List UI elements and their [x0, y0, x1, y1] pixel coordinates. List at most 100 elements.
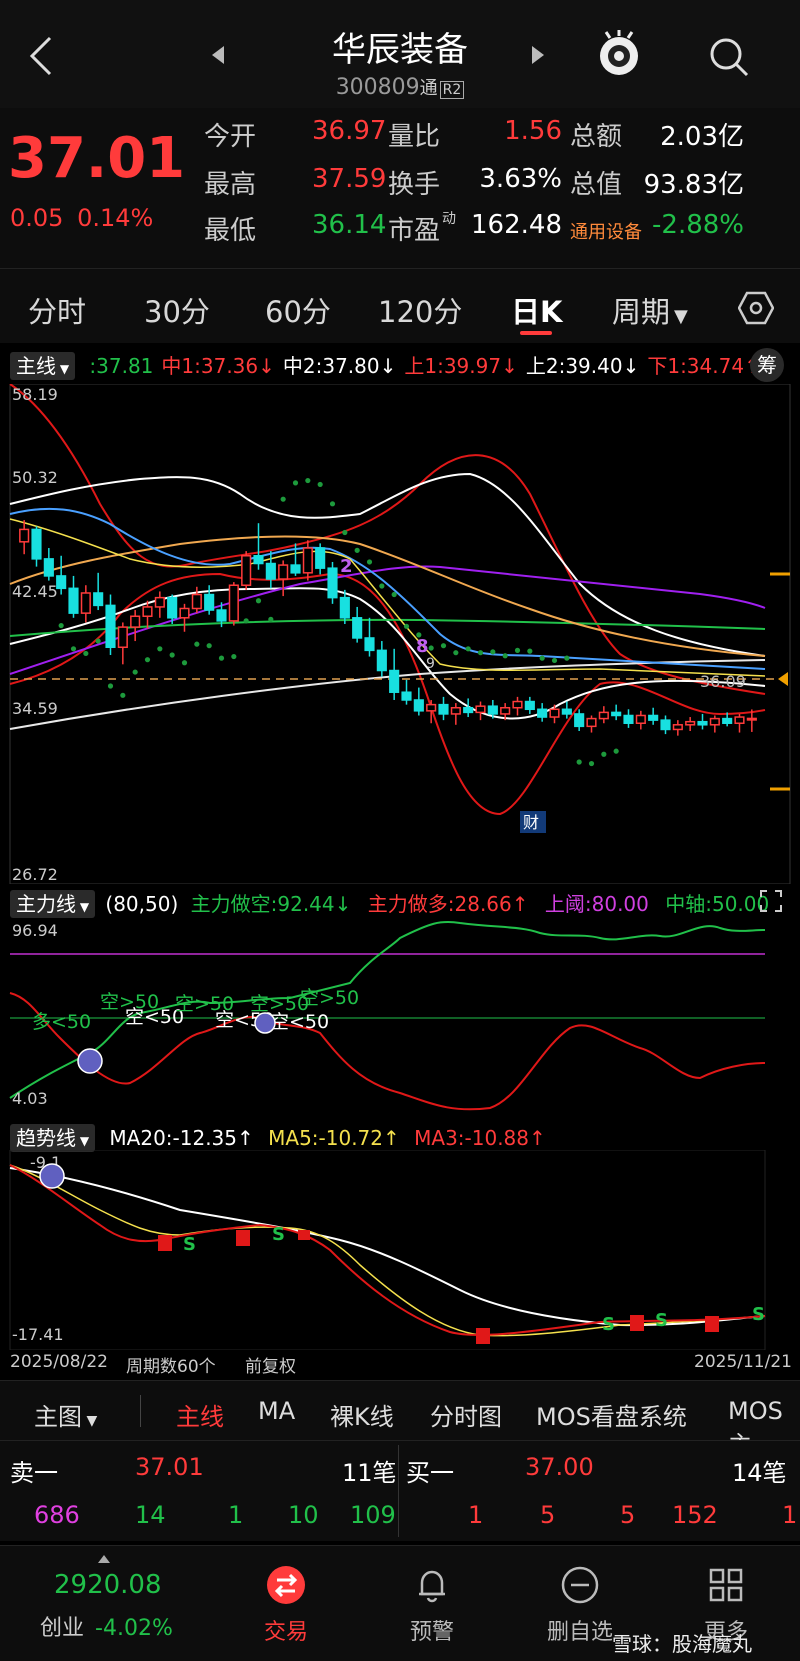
candle-body — [586, 717, 597, 728]
ind3-button-label: 趋势线 — [16, 1126, 76, 1150]
tag-margin: R2 — [439, 81, 465, 99]
candle-body — [302, 547, 313, 574]
quote-label-1-3: 总值 — [570, 170, 623, 200]
expand-icon[interactable] — [758, 888, 784, 914]
sar-dot — [613, 748, 619, 754]
candle-body — [697, 720, 708, 726]
ind2-params: (80,50) — [105, 892, 179, 916]
caret-down-icon: ▼ — [82, 1413, 98, 1429]
quote-label-1-2: 换手 — [388, 170, 441, 200]
snowball-mascot-icon[interactable] — [596, 30, 642, 78]
sar-dot — [107, 683, 114, 689]
triangle-up-icon — [98, 1555, 110, 1563]
price-change: 0.05 0.14% — [10, 204, 153, 232]
book-divider — [398, 1445, 399, 1537]
main-chart-dropdown[interactable]: 主图 ▼ — [34, 1397, 97, 1432]
sar-dot — [280, 496, 286, 502]
candle-body — [327, 567, 338, 599]
chip-button[interactable]: 筹 — [750, 348, 784, 382]
tab-30min[interactable]: 30分 — [144, 289, 210, 331]
buy-order-5: 1 — [782, 1501, 798, 1529]
ind2-button[interactable]: 主力线 ▼ — [10, 890, 96, 918]
candle-body — [241, 555, 252, 586]
svg-text:S: S — [655, 1310, 668, 1331]
candle-body — [623, 714, 634, 724]
period-count: 周期数60个 — [126, 1357, 216, 1377]
y-label-2: 50.32 — [12, 468, 58, 487]
nav-trade[interactable]: 交易 — [236, 1564, 336, 1646]
candle-body — [364, 637, 375, 652]
buy-label: 买一 — [406, 1459, 454, 1487]
tab-ma[interactable]: MA — [258, 1397, 295, 1425]
tab-fenshi[interactable]: 分时 — [28, 289, 86, 331]
tab-daily-k[interactable]: 日K — [511, 289, 562, 331]
sar-dot — [354, 547, 360, 553]
last-price: 37.01 — [8, 126, 186, 191]
candle-body — [142, 606, 153, 617]
tab-fenshitu[interactable]: 分时图 — [430, 1397, 502, 1432]
candle-body — [438, 703, 449, 715]
sar-dot — [120, 692, 126, 698]
sar-dot — [95, 638, 101, 644]
candle-body — [722, 717, 733, 724]
tab-60min[interactable]: 60分 — [265, 289, 331, 331]
candle-body — [31, 528, 42, 560]
ind3-ma20: MA20:-12.35↑ — [109, 1126, 254, 1150]
candle-body — [685, 720, 696, 726]
ind2-y-bottom: 4.03 — [12, 1089, 48, 1108]
svg-text:S: S — [272, 1224, 285, 1245]
period-tabs: 分时 30分 60分 120分 日K 周期 ▼ — [0, 268, 800, 343]
quote-label-1-1: 最高 — [204, 170, 257, 200]
hexagon-settings-icon[interactable] — [738, 291, 774, 325]
triangle-right-icon[interactable] — [530, 44, 546, 66]
divider — [140, 1395, 141, 1427]
candle-body — [130, 615, 141, 628]
stock-code: 300809 — [335, 75, 420, 100]
main-candlestick-chart[interactable]: 58.19 50.32 42.45 34.59 26.72 2 8 9 36.0… — [0, 384, 800, 884]
quote-value-0-3: 2.03亿 — [660, 122, 744, 152]
index-line[interactable]: 创业 -4.02% — [40, 1610, 173, 1642]
sell-order-4: 10 — [288, 1501, 319, 1529]
ind3-ma3: MA3:-10.88↑ — [414, 1126, 546, 1150]
sar-dot — [366, 559, 373, 565]
quote-label-2-2: 市盈 — [388, 216, 441, 246]
tab-naked-k[interactable]: 裸K线 — [330, 1397, 394, 1432]
tab-period-label: 周期 — [612, 295, 671, 329]
ind2-annotations: 多<50 空<50 空>50 空<50 空>50 空<50 空>50 空>50 — [32, 987, 359, 1033]
candle-body — [635, 714, 646, 724]
quote-label-0-3: 总额 — [570, 122, 623, 152]
tab-120min[interactable]: 120分 — [378, 289, 462, 331]
search-icon[interactable] — [708, 36, 750, 78]
ind3-button[interactable]: 趋势线 ▼ — [10, 1124, 96, 1152]
ind2-chart[interactable]: 96.94 4.03 多<50 空<50 空>50 空<50 空>50 空<50… — [0, 918, 800, 1118]
svg-text:S: S — [752, 1304, 765, 1325]
sar-dot — [231, 653, 237, 660]
y-label-3: 42.45 — [12, 582, 58, 601]
tab-mos-system[interactable]: MOS看盘系统 — [536, 1397, 687, 1432]
caret-down-icon: ▼ — [56, 362, 70, 376]
sar-dot — [58, 622, 64, 629]
order-book: 卖一 37.01 11笔 买一 37.00 14笔 686 14 1 10 10… — [0, 1440, 800, 1541]
candle-body — [204, 593, 215, 611]
main-indicator-button[interactable]: 主线 ▼ — [10, 352, 76, 380]
nav-alert[interactable]: 预警 — [382, 1564, 482, 1646]
sar-dot — [564, 655, 570, 661]
candle-body — [611, 711, 622, 717]
index-value[interactable]: 2920.08 — [54, 1570, 162, 1600]
stock-code-line: 300809通 R2 — [0, 74, 800, 100]
marker-8: 8 — [416, 636, 429, 657]
sar-dot — [601, 751, 607, 757]
main-value-3: 上1:39.97↓ — [404, 354, 518, 378]
ind3-chart[interactable]: -9.1 -17.41 S S SS S — [0, 1150, 800, 1350]
tab-period[interactable]: 周期 ▼ — [612, 289, 688, 331]
quote-label-2-3: 通用设备 — [570, 222, 642, 243]
sar-dot — [181, 660, 188, 666]
x-axis-footer: 2025/08/22 周期数60个 前复权 2025/11/21 — [0, 1352, 800, 1378]
sar-dot — [194, 641, 200, 647]
tab-zhuxian[interactable]: 主线 — [176, 1397, 224, 1432]
tag-tong: 通 — [419, 78, 438, 99]
watermark: 雪球：股海魔丸 — [612, 1632, 752, 1656]
ind2-mid-label: 中轴:50.00 — [665, 892, 770, 916]
x-end-date: 2025/11/21 — [694, 1352, 792, 1372]
sar-dot — [477, 650, 484, 656]
